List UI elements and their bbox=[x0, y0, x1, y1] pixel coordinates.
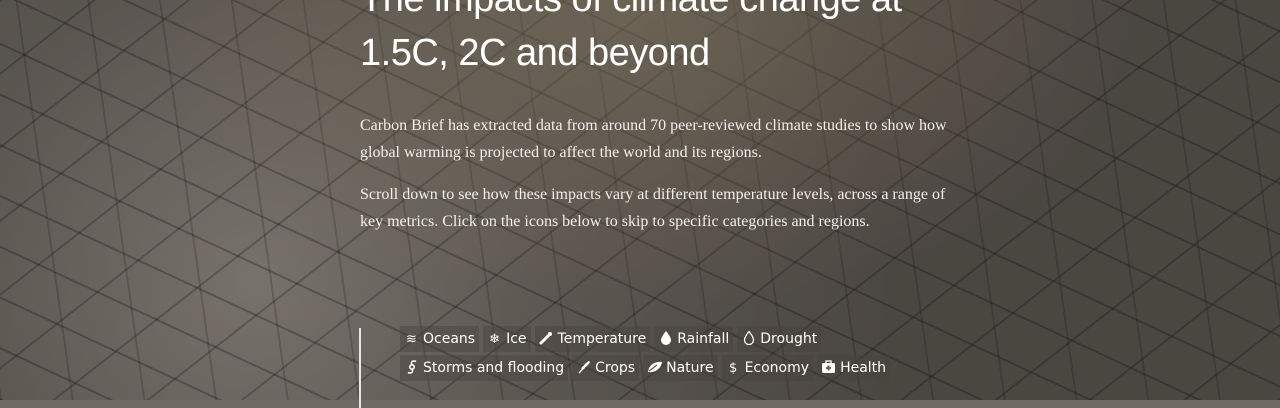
category-label: Temperature bbox=[557, 331, 647, 347]
category-label: Ice bbox=[506, 331, 527, 347]
category-nature[interactable]: Nature bbox=[643, 355, 718, 381]
thermometer-icon bbox=[539, 331, 554, 348]
category-label: Economy bbox=[744, 360, 810, 376]
category-oceans[interactable]: ≋ Oceans bbox=[400, 326, 480, 352]
category-label: Rainfall bbox=[677, 331, 730, 347]
category-drought[interactable]: Drought bbox=[737, 326, 822, 352]
category-label: Crops bbox=[595, 360, 636, 376]
drop-outline-icon bbox=[741, 330, 756, 348]
category-label: Oceans bbox=[423, 331, 476, 347]
category-label: Nature bbox=[666, 360, 714, 376]
category-label: Drought bbox=[760, 331, 818, 347]
category-storms-and-flooding[interactable]: Storms and flooding bbox=[400, 355, 569, 381]
category-ice[interactable]: ❄ Ice bbox=[483, 326, 531, 352]
category-health[interactable]: Health bbox=[817, 355, 891, 381]
raindrop-icon bbox=[658, 330, 673, 348]
intro-paragraph-2: Scroll down to see how these impacts var… bbox=[360, 186, 946, 230]
category-row-1: ≋ Oceans ❄ Ice Temperature Rainfall Drou… bbox=[400, 326, 960, 354]
leaf-icon bbox=[647, 360, 663, 377]
hurricane-icon bbox=[404, 359, 419, 377]
snowflake-icon: ❄ bbox=[489, 331, 501, 347]
dollar-icon: $ bbox=[728, 360, 738, 376]
category-row-2: Storms and flooding Crops Nature $ Econo… bbox=[400, 355, 960, 383]
category-label: Health bbox=[840, 360, 887, 376]
page-title: The impacts of climate change at 1.5C, 2… bbox=[360, 0, 902, 74]
waves-icon: ≋ bbox=[406, 331, 417, 347]
wheat-icon bbox=[576, 360, 591, 377]
intro-paragraph-1: Carbon Brief has extracted data from aro… bbox=[360, 117, 947, 161]
category-temperature[interactable]: Temperature bbox=[534, 326, 651, 352]
category-nav: ≋ Oceans ❄ Ice Temperature Rainfall Drou… bbox=[400, 326, 960, 384]
category-rainfall[interactable]: Rainfall bbox=[654, 326, 734, 352]
category-economy[interactable]: $ Economy bbox=[721, 355, 814, 381]
category-label: Storms and flooding bbox=[423, 360, 565, 376]
section-divider bbox=[359, 328, 361, 408]
medical-kit-icon bbox=[821, 359, 836, 377]
category-crops[interactable]: Crops bbox=[572, 355, 640, 381]
